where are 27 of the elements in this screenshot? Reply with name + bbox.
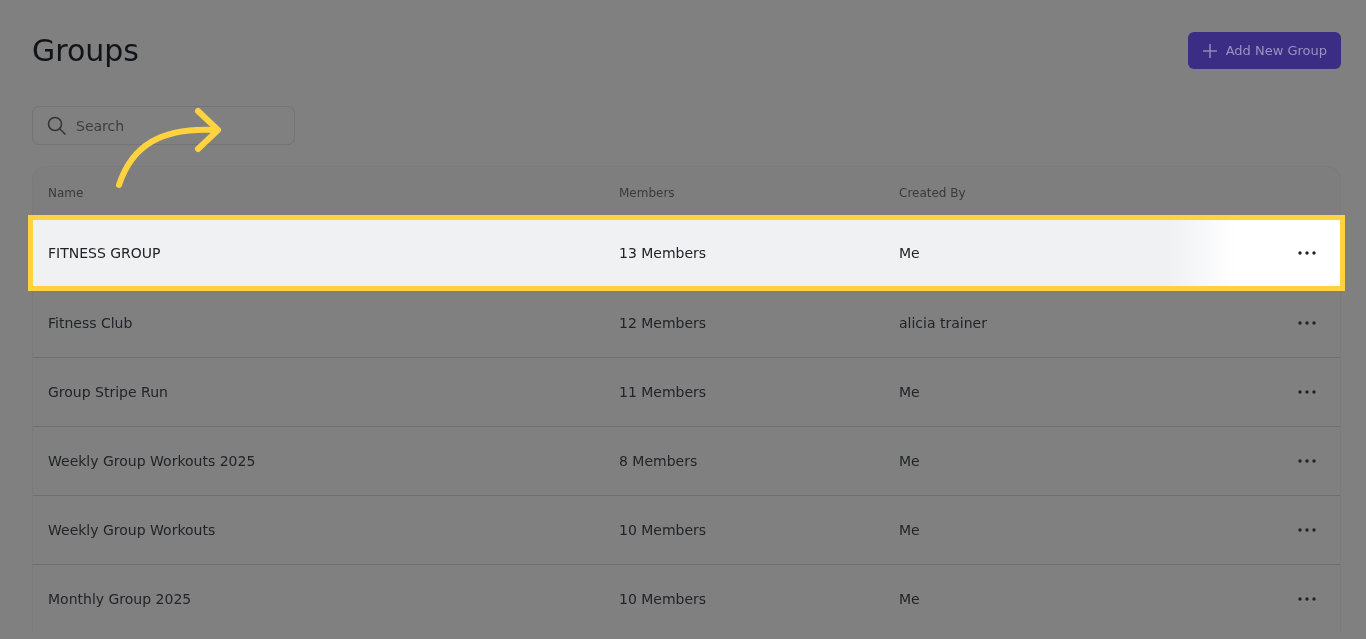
column-header: Name bbox=[48, 185, 85, 200]
table-cell-text: Me bbox=[899, 591, 921, 607]
column-header: Members bbox=[619, 185, 676, 200]
table-cell-text: Me bbox=[899, 453, 921, 469]
more-options-icon[interactable] bbox=[1298, 251, 1316, 255]
table-cell-text: Group Stripe Run bbox=[48, 384, 169, 400]
table-cell-text: 8 Members bbox=[619, 453, 699, 469]
table-cell-text: FITNESS GROUP bbox=[48, 245, 162, 261]
table-cell-text: 13 Members bbox=[619, 245, 708, 261]
table-cell-text: Monthly Group 2025 bbox=[48, 591, 193, 607]
page-title: Groups bbox=[32, 32, 139, 70]
table-cell-text: Weekly Group Workouts 2025 bbox=[48, 453, 257, 469]
table-cell-text: Me bbox=[899, 245, 921, 261]
table-cell-text: Me bbox=[899, 384, 921, 400]
table-cell-text: 12 Members bbox=[619, 315, 708, 331]
table-cell-text: Me bbox=[899, 522, 921, 538]
table-cell-text: 10 Members bbox=[619, 591, 708, 607]
search-field[interactable]: Search bbox=[32, 106, 295, 145]
table-cell-text: 11 Members bbox=[619, 384, 708, 400]
column-header: Created By bbox=[899, 185, 967, 200]
table-cell-text: 10 Members bbox=[619, 522, 708, 538]
search-icon bbox=[47, 116, 67, 136]
table-cell-text: Weekly Group Workouts bbox=[48, 522, 217, 538]
table-cell-text: alicia trainer bbox=[899, 315, 988, 331]
plus-icon bbox=[1201, 42, 1218, 59]
add-new-group-button[interactable]: Add New Group bbox=[1187, 32, 1341, 69]
table-cell-text: Fitness Club bbox=[48, 315, 134, 331]
